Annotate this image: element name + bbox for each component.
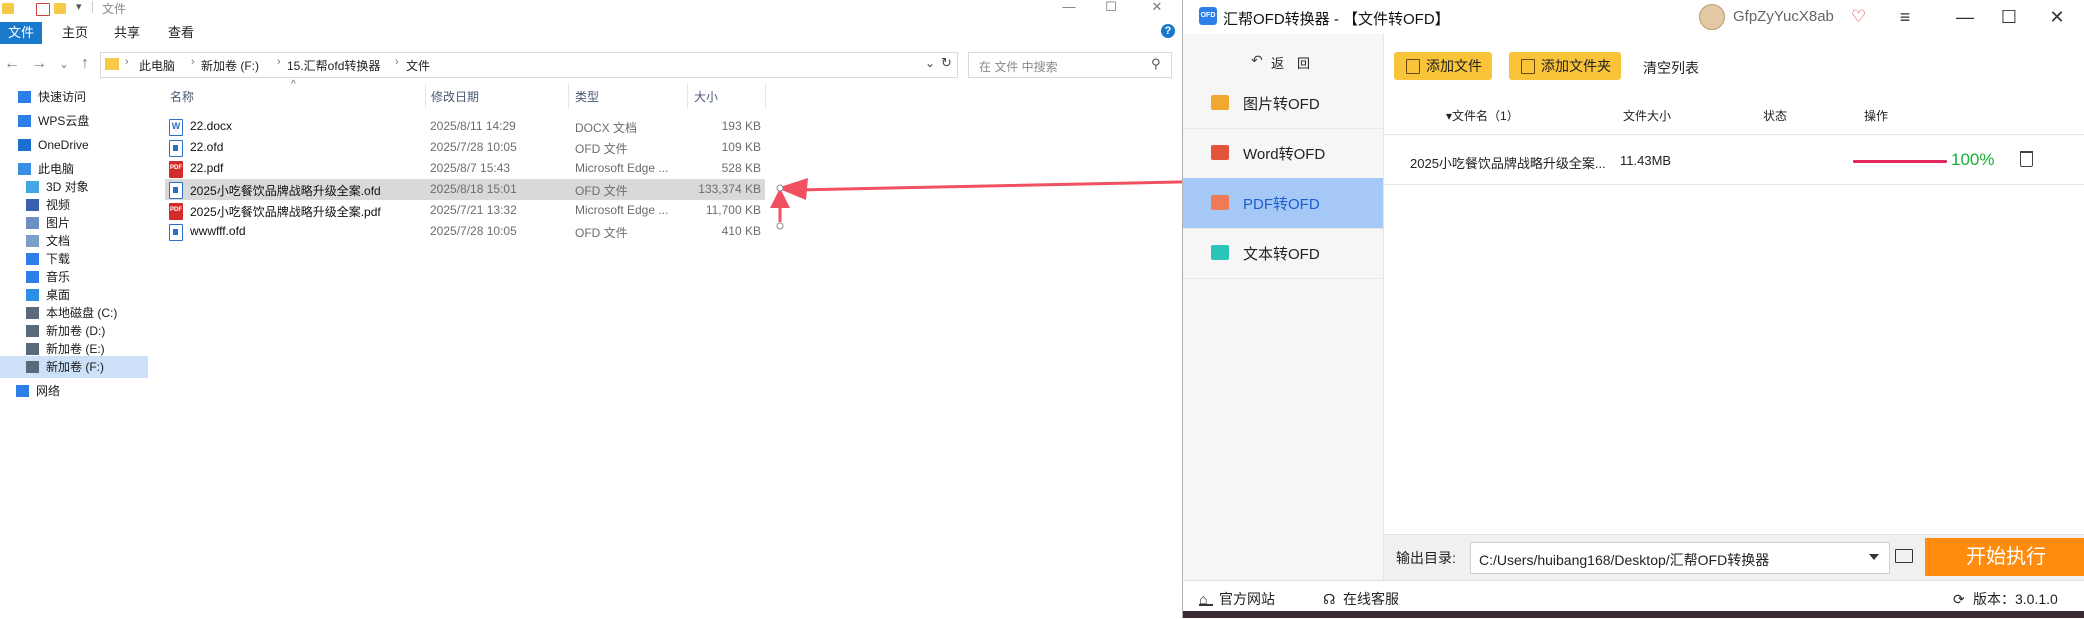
pdf-icon	[1211, 195, 1229, 210]
add-file-icon	[1406, 59, 1420, 74]
start-button[interactable]: 开始执行	[1925, 538, 2084, 576]
image-icon	[1211, 95, 1229, 110]
progress-percent: 100%	[1951, 150, 1995, 169]
text-icon	[1211, 245, 1229, 260]
output-label: 输出目录:	[1396, 550, 1456, 566]
home-icon: ⌂	[1199, 591, 1213, 607]
back-button[interactable]: ↶ 返 回	[1183, 44, 1383, 80]
app-title: 汇帮OFD转换器 - 【文件转OFD】	[1223, 11, 1450, 28]
nav-item-2[interactable]: PDF转OFD	[1183, 178, 1383, 228]
add-folder-button[interactable]: 添加文件夹	[1509, 52, 1621, 80]
support-label: 在线客服	[1343, 591, 1399, 607]
minimize-button[interactable]: —	[1953, 6, 1977, 28]
refresh-icon: ⟳	[1953, 591, 1965, 607]
main-panel: 添加文件 添加文件夹 清空列表 ▾文件名（1） 文件大小 状态 操作 2025小…	[1384, 34, 2084, 580]
trash-icon[interactable]	[2020, 151, 2033, 167]
ofd-converter-window: OFD 汇帮OFD转换器 - 【文件转OFD】 GfpZyYucX8ab ♡ ≡…	[1182, 0, 2084, 619]
website-label: 官方网站	[1219, 591, 1275, 607]
conversion-sidebar: ↶ 返 回 图片转OFD Word转OFD PDF转OFD 文本转OFD	[1183, 34, 1384, 580]
nav-item-3[interactable]: 文本转OFD	[1183, 228, 1383, 278]
close-button[interactable]: ✕	[2045, 6, 2069, 28]
handle-dot	[776, 184, 784, 192]
nav-item-label: PDF转OFD	[1243, 196, 1320, 213]
chevron-down-icon	[1869, 554, 1879, 560]
menu-button[interactable]: ≡	[1893, 6, 1917, 28]
username[interactable]: GfpZyYucX8ab	[1733, 8, 1834, 25]
undo-icon: ↶	[1251, 52, 1263, 68]
column-header-size: 文件大小	[1623, 109, 1672, 123]
output-path: C:/Users/huibang168/Desktop/汇帮OFD转换器	[1479, 552, 1770, 568]
header-divider	[1384, 134, 2084, 135]
row-divider	[1384, 184, 2084, 185]
version-label: 版本：3.0.1.0	[1973, 591, 2058, 607]
add-file-label: 添加文件	[1426, 58, 1482, 74]
add-folder-icon	[1521, 59, 1535, 74]
app-logo-icon: OFD	[1199, 7, 1217, 25]
add-file-button[interactable]: 添加文件	[1394, 52, 1492, 80]
progress-bar	[1853, 160, 1947, 163]
back-label: 返 回	[1271, 56, 1311, 71]
avatar[interactable]	[1699, 4, 1725, 30]
app-title-bar: OFD 汇帮OFD转换器 - 【文件转OFD】 GfpZyYucX8ab ♡ ≡…	[1183, 0, 2084, 34]
nav-item-1[interactable]: Word转OFD	[1183, 128, 1383, 178]
column-header-action: 操作	[1864, 109, 1889, 123]
nav-item-label: 文本转OFD	[1243, 246, 1320, 263]
maximize-button[interactable]: ☐	[1997, 6, 2021, 28]
output-path-select[interactable]: C:/Users/huibang168/Desktop/汇帮OFD转换器	[1470, 542, 1890, 574]
filename-header-label: 文件名（1）	[1452, 109, 1519, 123]
row-filename: 2025小吃餐饮品牌战略升级全案...	[1410, 156, 1606, 171]
nav-divider	[1183, 278, 1383, 279]
word-icon	[1211, 145, 1229, 160]
clear-list-button[interactable]: 清空列表	[1643, 58, 1699, 78]
handle-dot	[776, 222, 784, 230]
nav-item-label: Word转OFD	[1243, 146, 1326, 163]
taskbar-strip	[1183, 611, 2084, 618]
add-folder-label: 添加文件夹	[1541, 58, 1611, 74]
folder-icon[interactable]	[1895, 549, 1913, 563]
column-header-filename[interactable]: ▾文件名（1）	[1446, 107, 1519, 124]
headset-icon: ☊	[1323, 591, 1336, 607]
row-filesize: 11.43MB	[1620, 153, 1672, 168]
nav-item-label: 图片转OFD	[1243, 96, 1320, 113]
vip-diamond-icon[interactable]: ♡	[1851, 7, 1866, 27]
column-header-status: 状态	[1763, 109, 1788, 123]
nav-item-0[interactable]: 图片转OFD	[1183, 78, 1383, 128]
